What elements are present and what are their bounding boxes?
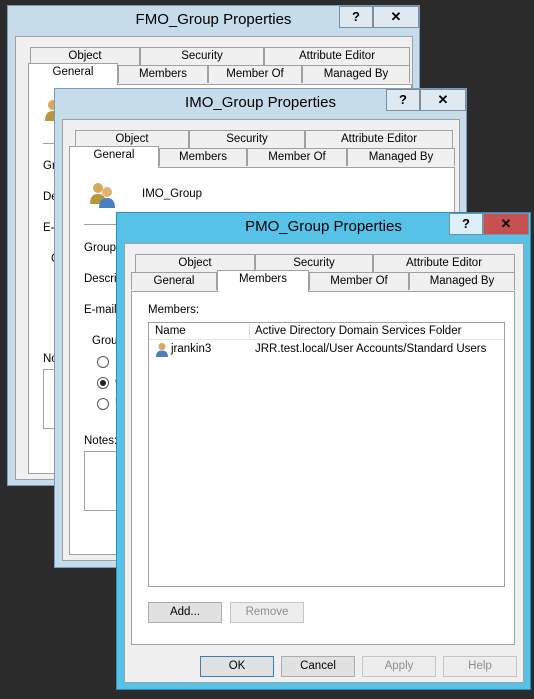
close-button[interactable]: ✕ xyxy=(483,213,529,235)
tab-member-of[interactable]: Member Of xyxy=(208,65,302,83)
help-dialog-button[interactable]: Help xyxy=(443,656,517,677)
apply-button[interactable]: Apply xyxy=(362,656,436,677)
tab-managed-by[interactable]: Managed By xyxy=(302,65,410,83)
tab-panel: Members: Name Active Directory Domain Se… xyxy=(131,291,515,645)
tab-general[interactable]: General xyxy=(131,272,217,290)
column-header-folder[interactable]: Active Directory Domain Services Folder xyxy=(249,323,499,339)
add-button[interactable]: Add... xyxy=(148,602,222,623)
tab-attribute-editor[interactable]: Attribute Editor xyxy=(305,130,453,148)
members-list[interactable]: Name Active Directory Domain Services Fo… xyxy=(148,322,505,587)
tab-security[interactable]: Security xyxy=(140,47,264,65)
user-icon xyxy=(156,343,168,357)
cancel-button[interactable]: Cancel xyxy=(281,656,355,677)
table-row[interactable]: jrankin3 JRR.test.local/User Accounts/St… xyxy=(149,341,504,358)
notes-label: Notes: xyxy=(84,435,118,447)
group-name-display: IMO_Group xyxy=(142,188,203,200)
row-folder: JRR.test.local/User Accounts/Standard Us… xyxy=(255,343,487,355)
tab-members[interactable]: Members xyxy=(159,148,247,166)
tab-security[interactable]: Security xyxy=(189,130,305,148)
client-area: Object Security Attribute Editor General… xyxy=(124,243,524,683)
tab-member-of[interactable]: Member Of xyxy=(247,148,347,166)
group-icon xyxy=(90,183,115,208)
tab-member-of[interactable]: Member Of xyxy=(309,272,409,290)
close-button[interactable]: ✕ xyxy=(373,6,419,28)
tab-managed-by[interactable]: Managed By xyxy=(347,148,455,166)
tab-attribute-editor[interactable]: Attribute Editor xyxy=(373,254,515,272)
members-label: Members: xyxy=(148,304,200,316)
remove-button[interactable]: Remove xyxy=(230,602,304,623)
tab-members[interactable]: Members xyxy=(217,270,309,292)
list-header: Name Active Directory Domain Services Fo… xyxy=(149,323,504,340)
tab-general[interactable]: General xyxy=(69,146,159,168)
pmo-properties-window: PMO_Group Properties ? ✕ Object Security… xyxy=(116,212,531,690)
help-button[interactable]: ? xyxy=(339,6,373,28)
radio-domain-local[interactable] xyxy=(97,356,109,368)
close-button[interactable]: ✕ xyxy=(420,89,466,111)
radio-universal[interactable] xyxy=(97,398,109,410)
radio-global[interactable] xyxy=(97,377,109,389)
help-button[interactable]: ? xyxy=(386,89,420,111)
column-header-name[interactable]: Name xyxy=(149,323,249,339)
ok-button[interactable]: OK xyxy=(200,656,274,677)
tab-general[interactable]: General xyxy=(28,63,118,85)
email-label: E-mail: xyxy=(84,304,120,316)
help-button[interactable]: ? xyxy=(449,213,483,235)
tab-members[interactable]: Members xyxy=(118,65,208,83)
tab-attribute-editor[interactable]: Attribute Editor xyxy=(264,47,410,65)
tab-managed-by[interactable]: Managed By xyxy=(409,272,515,290)
row-name: jrankin3 xyxy=(171,343,212,355)
